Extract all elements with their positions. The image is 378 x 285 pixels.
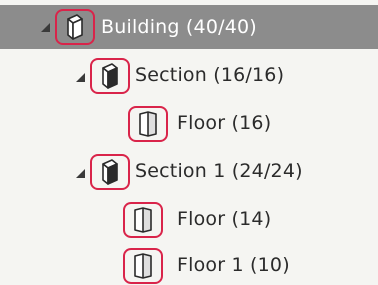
expand-triangle-icon[interactable] bbox=[73, 166, 87, 180]
floor-icon bbox=[123, 202, 163, 238]
tree-node-building[interactable]: Building (40/40) bbox=[0, 5, 378, 49]
expand-triangle-icon[interactable] bbox=[38, 20, 52, 34]
tree-node-label: Floor (14) bbox=[177, 208, 272, 230]
section-icon bbox=[90, 58, 130, 94]
tree-view: Building (40/40) Section (16/16) Floor (… bbox=[0, 0, 378, 285]
floor-icon bbox=[128, 106, 168, 142]
expand-triangle-icon[interactable] bbox=[73, 70, 87, 84]
tree-node-label: Building (40/40) bbox=[101, 16, 257, 38]
section-icon bbox=[90, 154, 130, 190]
tree-node-floor-1[interactable]: Floor 1 (10) bbox=[0, 242, 378, 285]
tree-node-floor[interactable]: Floor (14) bbox=[0, 196, 378, 242]
tree-node-section-1[interactable]: Section 1 (24/24) bbox=[0, 148, 378, 194]
building-icon bbox=[55, 9, 95, 45]
tree-node-label: Section 1 (24/24) bbox=[135, 160, 303, 182]
tree-node-section[interactable]: Section (16/16) bbox=[0, 52, 378, 98]
floor-icon bbox=[123, 248, 163, 284]
tree-node-label: Section (16/16) bbox=[135, 64, 285, 86]
tree-node-floor[interactable]: Floor (16) bbox=[0, 100, 378, 146]
tree-node-label: Floor (16) bbox=[177, 112, 272, 134]
tree-node-label: Floor 1 (10) bbox=[177, 254, 290, 276]
